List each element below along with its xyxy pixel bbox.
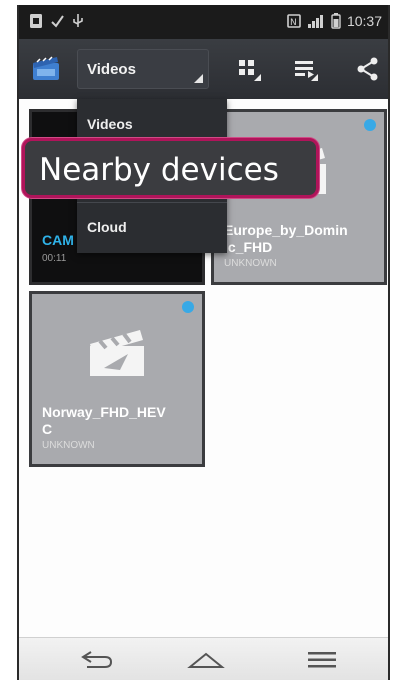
menu-item-cloud[interactable]: Cloud — [87, 219, 127, 235]
video-clapper-icon — [90, 330, 144, 376]
action-bar: Videos — [19, 39, 388, 99]
signal-icon — [307, 15, 323, 28]
selected-indicator-icon — [364, 119, 376, 131]
menu-divider — [77, 202, 227, 203]
video-tile[interactable]: Norway_FHD_HEV C UNKNOWN — [29, 291, 205, 467]
callout-label: Nearby devices — [39, 152, 279, 188]
grid-view-icon[interactable] — [234, 55, 264, 83]
video-duration: 00:11 — [42, 253, 67, 264]
status-bar: N 10:37 — [19, 5, 388, 39]
status-time: 10:37 — [346, 13, 382, 29]
category-spinner[interactable]: Videos — [77, 49, 209, 89]
video-title: Norway_FHD_HEV C — [42, 404, 166, 437]
home-icon[interactable] — [186, 648, 226, 672]
video-subtitle: UNKNOWN — [42, 440, 95, 451]
menu-item-videos[interactable]: Videos — [87, 116, 133, 132]
back-icon[interactable] — [77, 648, 117, 672]
video-subtitle: UNKNOWN — [224, 258, 277, 269]
video-title: Europe_by_Domin ic_FHD — [224, 222, 348, 255]
menu-item-nearby-devices[interactable]: Nearby devices — [22, 138, 319, 198]
menu-icon[interactable] — [302, 648, 342, 672]
navigation-bar — [19, 637, 388, 680]
svg-text:N: N — [290, 18, 297, 28]
share-icon[interactable] — [353, 55, 383, 83]
spinner-label: Videos — [87, 61, 136, 78]
usb-icon — [73, 14, 83, 27]
playlist-icon[interactable] — [291, 55, 321, 83]
gallery-app-icon[interactable] — [31, 53, 61, 83]
battery-icon — [331, 13, 341, 29]
check-notification-icon — [51, 15, 64, 28]
sim-icon — [30, 14, 42, 28]
nfc-icon: N — [287, 14, 301, 28]
selected-indicator-icon — [182, 301, 194, 313]
phone-screen: N 10:37 Videos CAM 00:11 Europe_by_Domin… — [17, 5, 390, 680]
spinner-arrow-icon — [194, 74, 203, 83]
